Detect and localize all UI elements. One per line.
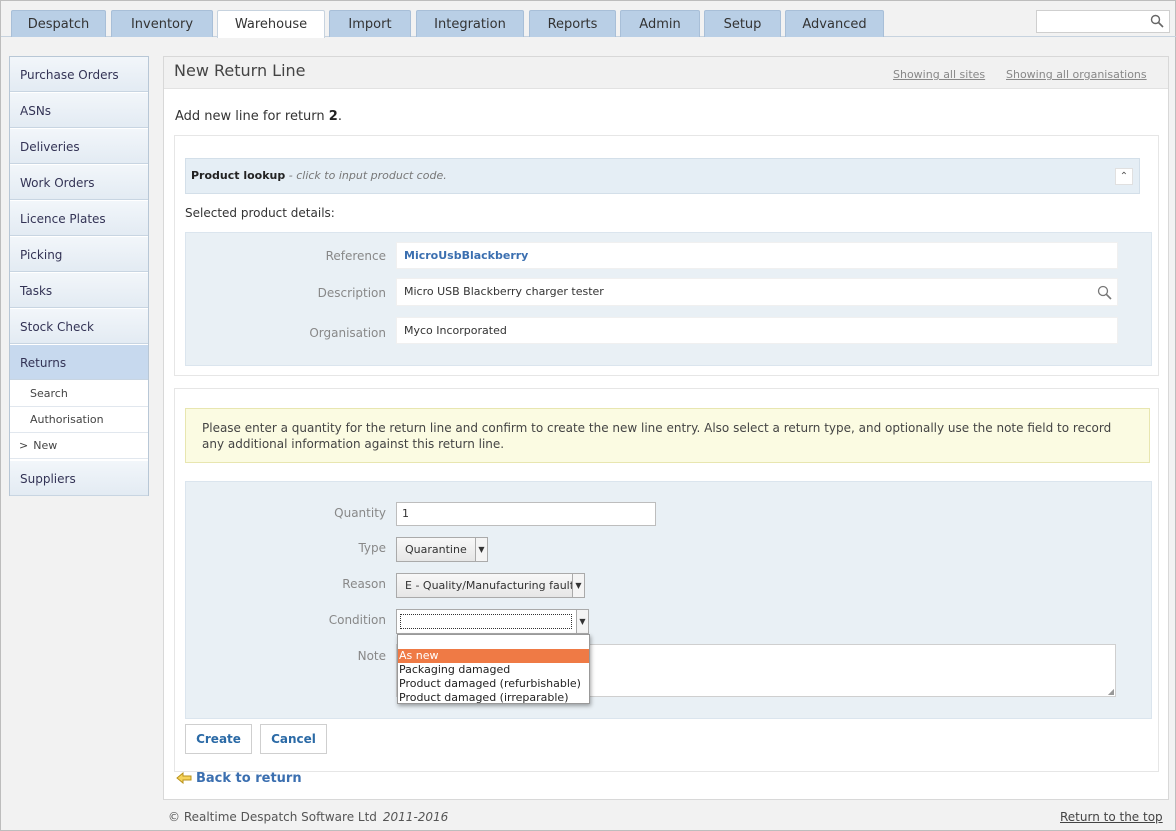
sidebar: Purchase Orders ASNs Deliveries Work Ord… xyxy=(9,56,149,496)
description-label: Description xyxy=(317,286,386,300)
product-details-panel: Reference MicroUsbBlackberry Description… xyxy=(185,232,1152,366)
return-to-top-link[interactable]: Return to the top xyxy=(1060,810,1163,824)
tab-import[interactable]: Import xyxy=(329,10,411,37)
sidebar-subitem-search[interactable]: Search xyxy=(10,381,148,407)
type-select[interactable]: Quarantine ▼ xyxy=(396,537,488,562)
type-label: Type xyxy=(358,541,386,555)
tab-admin[interactable]: Admin xyxy=(620,10,700,37)
condition-dropdown-list: As new Packaging damaged Product damaged… xyxy=(397,634,590,704)
chevron-right-icon: > xyxy=(19,439,29,452)
chevron-down-icon: ▼ xyxy=(475,538,487,561)
product-lookup-label: Product lookup - click to input product … xyxy=(191,169,447,182)
sidebar-subitem-label: New xyxy=(33,439,58,452)
product-lookup-hint: - click to input product code. xyxy=(285,169,447,182)
product-lookup-title: Product lookup xyxy=(191,169,286,182)
sidebar-item-deliveries[interactable]: Deliveries xyxy=(10,129,148,164)
sidebar-item-picking[interactable]: Picking xyxy=(10,237,148,272)
note-label: Note xyxy=(357,649,386,663)
condition-option-blank[interactable] xyxy=(398,635,589,649)
tab-advanced[interactable]: Advanced xyxy=(785,10,884,37)
organisation-label: Organisation xyxy=(309,326,386,340)
reference-label: Reference xyxy=(325,249,386,263)
type-select-value: Quarantine xyxy=(405,543,467,556)
condition-option-refurbishable[interactable]: Product damaged (refurbishable) xyxy=(398,677,589,691)
create-button[interactable]: Create xyxy=(185,724,252,754)
condition-select[interactable]: ▼ xyxy=(396,609,589,634)
product-group: Product lookup - click to input product … xyxy=(174,135,1159,376)
app-frame: Despatch Inventory Warehouse Import Inte… xyxy=(0,0,1176,831)
organisation-value: Myco Incorporated xyxy=(396,317,1118,344)
instruction-notice: Please enter a quantity for the return l… xyxy=(185,408,1150,463)
tab-warehouse[interactable]: Warehouse xyxy=(217,10,325,38)
intro-suffix: . xyxy=(337,109,342,124)
sidebar-item-licence-plates[interactable]: Licence Plates xyxy=(10,201,148,236)
resize-grip-icon[interactable]: ◢ xyxy=(1108,687,1114,696)
chevron-down-icon: ▼ xyxy=(576,610,588,633)
tab-integration[interactable]: Integration xyxy=(416,10,524,37)
global-search-input[interactable] xyxy=(1036,10,1170,33)
footer-copyright: © Realtime Despatch Software Ltd 2011-201… xyxy=(168,810,448,824)
selected-product-heading: Selected product details: xyxy=(185,206,335,220)
sidebar-item-returns[interactable]: Returns xyxy=(10,345,148,380)
intro-label: Add new line for return xyxy=(175,109,329,124)
reference-value[interactable]: MicroUsbBlackberry xyxy=(396,242,1118,269)
condition-option-packaging-damaged[interactable]: Packaging damaged xyxy=(398,663,589,677)
tab-despatch[interactable]: Despatch xyxy=(11,10,106,37)
description-value: Micro USB Blackberry charger tester xyxy=(396,278,1118,306)
reason-select[interactable]: E - Quality/Manufacturing fault ▼ xyxy=(396,573,585,598)
tab-inventory[interactable]: Inventory xyxy=(111,10,213,37)
reason-select-value: E - Quality/Manufacturing fault xyxy=(405,579,575,592)
magnifier-icon[interactable] xyxy=(1097,284,1112,310)
tab-reports[interactable]: Reports xyxy=(529,10,616,37)
description-text: Micro USB Blackberry charger tester xyxy=(404,285,604,298)
sidebar-item-stock-check[interactable]: Stock Check xyxy=(10,309,148,344)
sidebar-item-asns[interactable]: ASNs xyxy=(10,93,148,128)
return-line-group: Please enter a quantity for the return l… xyxy=(174,388,1159,772)
product-lookup-bar[interactable]: Product lookup - click to input product … xyxy=(185,158,1140,194)
sidebar-item-tasks[interactable]: Tasks xyxy=(10,273,148,308)
reason-label: Reason xyxy=(342,577,386,591)
back-arrow-icon xyxy=(176,771,192,788)
search-icon[interactable] xyxy=(1150,14,1164,32)
back-to-return-link[interactable]: Back to return xyxy=(176,771,302,788)
sidebar-item-suppliers[interactable]: Suppliers xyxy=(10,461,148,496)
copyright-text: © Realtime Despatch Software Ltd xyxy=(168,810,377,824)
page-header: New Return Line Showing all sites Showin… xyxy=(164,57,1168,89)
copyright-years: 2011-2016 xyxy=(382,810,449,824)
intro-text: Add new line for return 2. xyxy=(175,109,342,124)
page-title: New Return Line xyxy=(174,61,306,80)
cancel-button[interactable]: Cancel xyxy=(260,724,327,754)
quantity-input[interactable]: 1 xyxy=(396,502,656,526)
quantity-label: Quantity xyxy=(334,506,386,520)
condition-option-as-new[interactable]: As new xyxy=(398,649,589,663)
return-line-form: Quantity 1 Type Quarantine ▼ Reason E - … xyxy=(185,481,1152,719)
condition-option-irreparable[interactable]: Product damaged (irreparable) xyxy=(398,691,589,705)
tab-setup[interactable]: Setup xyxy=(704,10,781,37)
top-nav: Despatch Inventory Warehouse Import Inte… xyxy=(1,1,1176,38)
main-panel: New Return Line Showing all sites Showin… xyxy=(163,56,1169,800)
sidebar-item-work-orders[interactable]: Work Orders xyxy=(10,165,148,200)
return-number: 2 xyxy=(328,109,338,124)
showing-sites-link[interactable]: Showing all sites xyxy=(893,68,985,81)
condition-label: Condition xyxy=(328,613,386,627)
showing-orgs-link[interactable]: Showing all organisations xyxy=(1006,68,1147,81)
chevron-down-icon: ▼ xyxy=(572,574,584,597)
condition-focus-ring xyxy=(400,614,572,629)
sidebar-item-purchase-orders[interactable]: Purchase Orders xyxy=(10,57,148,92)
sidebar-subitem-authorisation[interactable]: Authorisation xyxy=(10,407,148,433)
back-to-return-label: Back to return xyxy=(196,771,302,786)
collapse-icon[interactable]: ⌃ xyxy=(1115,168,1133,185)
sidebar-subitem-new[interactable]: > New xyxy=(10,433,148,459)
